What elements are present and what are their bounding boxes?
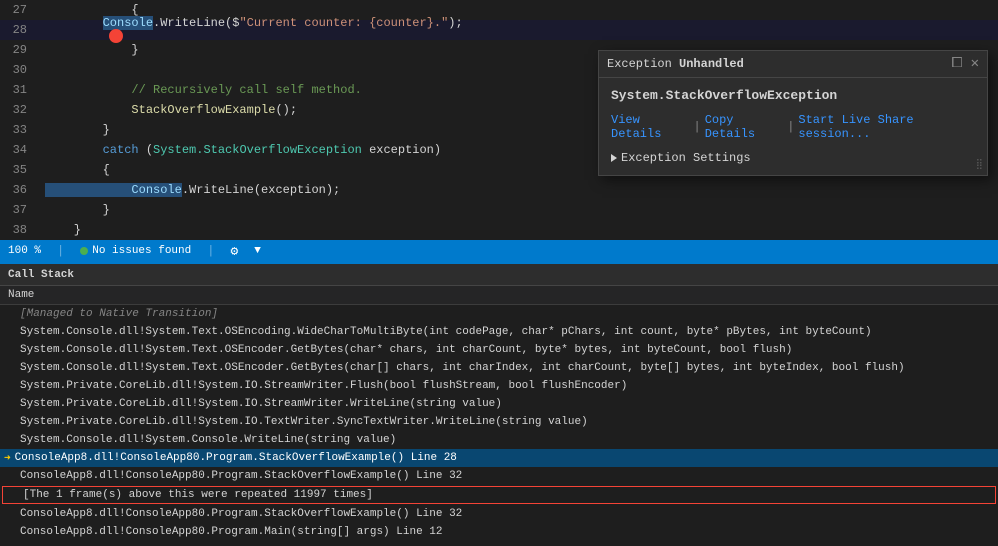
gear-icon[interactable]: ⚙	[230, 244, 238, 259]
code-line-37: 37 }	[0, 200, 998, 220]
exception-controls: ⧠ ✕	[951, 57, 979, 71]
stack-row-10-text: ConsoleApp8.dll!ConsoleApp80.Program.Sta…	[20, 508, 462, 520]
line-num-35: 35	[0, 163, 35, 177]
line-num-34: 34	[0, 143, 35, 157]
zoom-level: 100 %	[8, 245, 41, 257]
stack-row-5[interactable]: System.Private.CoreLib.dll!System.IO.Str…	[0, 395, 998, 413]
exception-header: Exception Unhandled ⧠ ✕	[599, 51, 987, 78]
stack-row-9[interactable]: ConsoleApp8.dll!ConsoleApp80.Program.Sta…	[0, 467, 998, 485]
exception-settings-label: Exception Settings	[621, 151, 751, 165]
exception-links: View Details | Copy Details | Start Live…	[611, 113, 975, 141]
copy-details-link[interactable]: Copy Details	[705, 113, 784, 141]
exception-title: Exception Unhandled	[607, 57, 744, 71]
line-num-28: 28	[0, 23, 35, 37]
line-num-33: 33	[0, 123, 35, 137]
line-num-30: 30	[0, 63, 35, 77]
stack-row-7[interactable]: System.Console.dll!System.Console.WriteL…	[0, 431, 998, 449]
stack-row-9-text: ConsoleApp8.dll!ConsoleApp80.Program.Sta…	[20, 470, 462, 482]
repeated-label: [The 1 frame(s) above this were repeated…	[23, 489, 373, 501]
line-num-27: 27	[0, 3, 35, 17]
stack-row-5-text: System.Private.CoreLib.dll!System.IO.Str…	[20, 398, 502, 410]
sep2: |	[787, 120, 794, 134]
resize-handle: ⣿	[976, 159, 983, 171]
code-line-36: 36 Console.WriteLine(exception);	[0, 180, 998, 200]
exception-popup: Exception Unhandled ⧠ ✕ System.StackOver…	[598, 50, 988, 176]
exception-minimize-button[interactable]: ⧠	[951, 57, 962, 71]
stack-row-7-text: System.Console.dll!System.Console.WriteL…	[20, 434, 396, 446]
status-divider1: |	[57, 244, 64, 258]
stack-row-4-text: System.Private.CoreLib.dll!System.IO.Str…	[20, 380, 627, 392]
line-num-37: 37	[0, 203, 35, 217]
line-num-29: 29	[0, 43, 35, 57]
triangle-icon	[611, 154, 617, 162]
view-details-link[interactable]: View Details	[611, 113, 690, 141]
stack-row-2[interactable]: System.Console.dll!System.Text.OSEncoder…	[0, 341, 998, 359]
exception-type-label: System.StackOverflowException	[611, 88, 975, 103]
stack-row-3-text: System.Console.dll!System.Text.OSEncoder…	[20, 362, 905, 374]
code-editor: 27 { 28 Console.WriteLine($"Current coun…	[0, 0, 998, 240]
stack-row-managed[interactable]: [Managed to Native Transition]	[0, 305, 998, 323]
call-stack-panel: Call Stack Name [Managed to Native Trans…	[0, 262, 998, 546]
column-header-name: Name	[0, 286, 998, 305]
stack-row-active[interactable]: ➜ ConsoleApp8.dll!ConsoleApp80.Program.S…	[0, 449, 998, 467]
stack-row-10[interactable]: ConsoleApp8.dll!ConsoleApp80.Program.Sta…	[0, 505, 998, 523]
exception-body: System.StackOverflowException View Detai…	[599, 78, 987, 175]
line-content-37: }	[35, 203, 998, 217]
line-content-38: }	[35, 223, 998, 237]
exception-settings[interactable]: Exception Settings	[611, 151, 975, 165]
exception-close-button[interactable]: ✕	[971, 57, 979, 71]
line-num-38: 38	[0, 223, 35, 237]
stack-row-repeated[interactable]: [The 1 frame(s) above this were repeated…	[2, 486, 996, 504]
status-bar: 100 % | No issues found | ⚙ ▼	[0, 240, 998, 262]
code-line-28: 28 Console.WriteLine($"Current counter: …	[0, 20, 998, 40]
line-num-36: 36	[0, 183, 35, 197]
green-dot-icon	[80, 247, 88, 255]
managed-label: [Managed to Native Transition]	[20, 308, 218, 320]
call-stack-header: Call Stack	[0, 264, 998, 286]
arrow-icon: ➜	[4, 451, 11, 465]
stack-row-6-text: System.Private.CoreLib.dll!System.IO.Tex…	[20, 416, 588, 428]
stack-row-4[interactable]: System.Private.CoreLib.dll!System.IO.Str…	[0, 377, 998, 395]
stack-row-11[interactable]: ConsoleApp8.dll!ConsoleApp80.Program.Mai…	[0, 523, 998, 541]
code-line-38: 38 }	[0, 220, 998, 240]
call-stack-table[interactable]: Name [Managed to Native Transition] Syst…	[0, 286, 998, 546]
stack-row-2-text: System.Console.dll!System.Text.OSEncoder…	[20, 344, 792, 356]
stack-row-1-text: System.Console.dll!System.Text.OSEncodin…	[20, 326, 872, 338]
call-stack-title: Call Stack	[8, 269, 74, 281]
line-content-36: Console.WriteLine(exception);	[35, 183, 998, 197]
stack-row-3[interactable]: System.Console.dll!System.Text.OSEncoder…	[0, 359, 998, 377]
stack-row-1[interactable]: System.Console.dll!System.Text.OSEncodin…	[0, 323, 998, 341]
exception-unhandled-label: Unhandled	[679, 57, 744, 71]
sep1: |	[694, 120, 701, 134]
stack-row-6[interactable]: System.Private.CoreLib.dll!System.IO.Tex…	[0, 413, 998, 431]
line-num-31: 31	[0, 83, 35, 97]
live-share-link[interactable]: Start Live Share session...	[798, 113, 975, 141]
line-num-32: 32	[0, 103, 35, 117]
stack-row-11-text: ConsoleApp8.dll!ConsoleApp80.Program.Mai…	[20, 526, 442, 538]
nav-arrow: ▼	[254, 245, 261, 257]
stack-row-active-text: ConsoleApp8.dll!ConsoleApp80.Program.Sta…	[15, 452, 457, 464]
status-divider2: |	[207, 244, 214, 258]
status-no-issues: No issues found	[80, 245, 191, 257]
no-issues-label: No issues found	[92, 245, 191, 257]
